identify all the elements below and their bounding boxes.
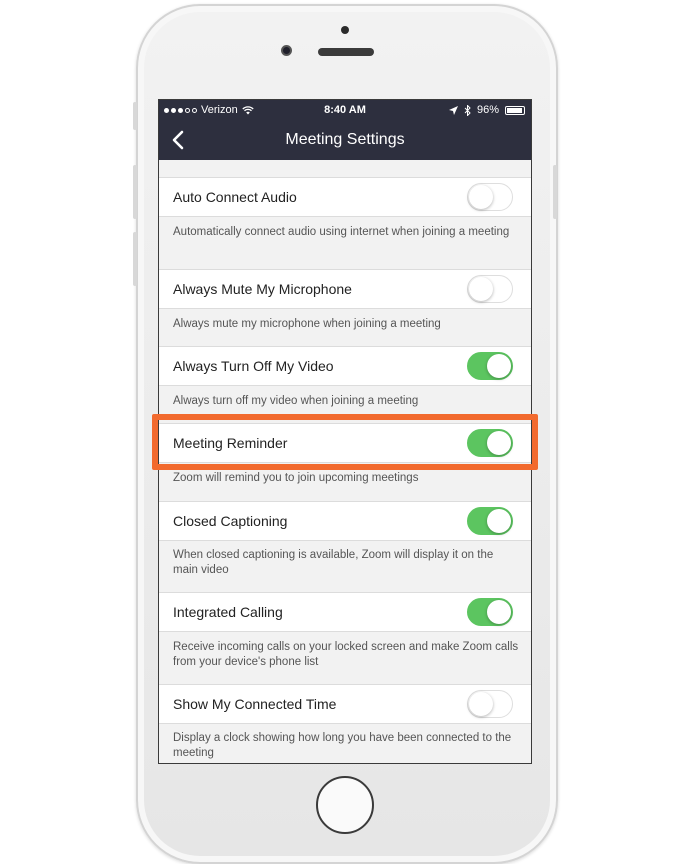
battery-percent: 96% [476, 104, 499, 116]
toggle-knob [487, 354, 511, 378]
power-button [553, 165, 557, 219]
setting-label: Auto Connect Audio [173, 189, 297, 205]
closed-captioning-toggle[interactable] [467, 507, 513, 535]
setting-label: Always Turn Off My Video [173, 358, 334, 374]
setting-description: When closed captioning is available, Zoo… [173, 549, 494, 576]
show-connected-time-toggle[interactable] [467, 690, 513, 718]
always-turn-off-video-toggle[interactable] [467, 352, 513, 380]
volume-down-button [133, 232, 137, 286]
setting-row-show-connected-time: Show My Connected Time [159, 684, 531, 724]
setting-row-always-mute-microphone: Always Mute My Microphone [159, 269, 531, 309]
proximity-sensor [341, 26, 349, 34]
earpiece-speaker [318, 48, 374, 56]
mute-switch [133, 102, 137, 130]
bluetooth-icon [464, 104, 471, 116]
setting-row-always-turn-off-video: Always Turn Off My Video [159, 346, 531, 386]
setting-row-auto-connect-audio: Auto Connect Audio [159, 177, 531, 217]
toggle-knob [487, 600, 511, 624]
setting-description: Display a clock showing how long you hav… [173, 732, 512, 759]
setting-description: Always turn off my video when joining a … [173, 395, 419, 407]
toggle-knob [469, 277, 493, 301]
setting-label: Integrated Calling [173, 604, 283, 620]
setting-label: Closed Captioning [173, 513, 288, 529]
setting-row-closed-captioning: Closed Captioning [159, 501, 531, 541]
location-arrow-icon [448, 105, 458, 115]
integrated-calling-toggle[interactable] [467, 598, 513, 626]
setting-description: Receive incoming calls on your locked sc… [173, 641, 519, 668]
battery-icon [505, 105, 525, 115]
always-mute-microphone-toggle[interactable] [467, 275, 513, 303]
setting-description: Always mute my microphone when joining a… [173, 318, 441, 330]
navigation-bar: Meeting Settings [159, 120, 531, 160]
front-camera-icon [281, 45, 292, 56]
status-bar: Verizon 8:40 AM 96% [159, 100, 531, 120]
page-title: Meeting Settings [285, 131, 405, 148]
setting-description: Automatically connect audio using intern… [173, 226, 510, 238]
setting-description: Zoom will remind you to join upcoming me… [173, 472, 419, 484]
setting-label: Show My Connected Time [173, 696, 337, 712]
highlight-box [152, 414, 538, 470]
auto-connect-audio-toggle[interactable] [467, 183, 513, 211]
setting-label: Always Mute My Microphone [173, 281, 352, 297]
setting-row-integrated-calling: Integrated Calling [159, 592, 531, 632]
volume-up-button [133, 165, 137, 219]
toggle-knob [469, 185, 493, 209]
home-button[interactable] [316, 776, 374, 834]
toggle-knob [487, 509, 511, 533]
toggle-knob [469, 692, 493, 716]
